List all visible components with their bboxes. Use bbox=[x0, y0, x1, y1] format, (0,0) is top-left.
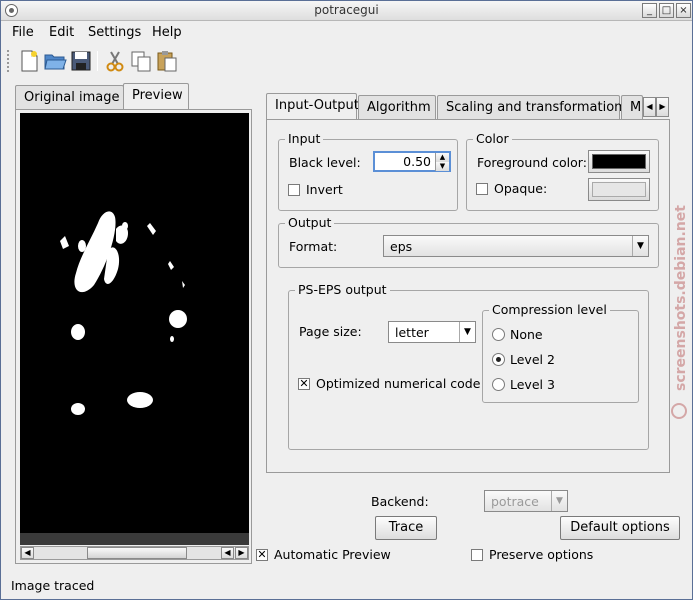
chevron-down-icon[interactable]: ▼ bbox=[459, 322, 475, 342]
backend-combobox[interactable]: potrace ▼ bbox=[484, 490, 568, 512]
title-bar: potracegui _ □ × bbox=[1, 1, 692, 21]
format-value: eps bbox=[390, 239, 413, 254]
output-group-label: Output bbox=[285, 215, 335, 230]
toolbar-separator bbox=[97, 51, 98, 71]
menu-bar: File Edit Settings Help bbox=[1, 22, 692, 43]
compression-group-label: Compression level bbox=[489, 302, 610, 317]
color-group-label: Color bbox=[473, 131, 512, 146]
opaque-label: Opaque: bbox=[494, 181, 548, 196]
radio-none[interactable] bbox=[492, 328, 505, 341]
radio-level-2-label: Level 2 bbox=[510, 352, 555, 367]
menu-help[interactable]: Help bbox=[152, 25, 182, 40]
compression-group: Compression level None Level 2 Level 3 bbox=[482, 302, 639, 403]
output-group: Output Format: eps ▼ bbox=[278, 215, 659, 268]
black-level-spinbox[interactable]: 0.50 ▲ ▼ bbox=[373, 151, 451, 172]
tab-scroll-right-icon[interactable]: ▶ bbox=[656, 97, 669, 117]
tab-original-image[interactable]: Original image bbox=[15, 85, 124, 109]
radio-level-3[interactable] bbox=[492, 378, 505, 391]
status-bar: Image traced bbox=[11, 578, 95, 593]
scroll-thumb[interactable] bbox=[87, 547, 187, 559]
page-size-value: letter bbox=[395, 325, 429, 340]
toolbar-grip-icon[interactable] bbox=[7, 50, 10, 72]
format-combobox[interactable]: eps ▼ bbox=[383, 235, 649, 257]
maximize-button[interactable]: □ bbox=[659, 3, 674, 18]
opaque-color-button[interactable] bbox=[588, 178, 650, 201]
optimized-code-label: Optimized numerical code bbox=[316, 376, 481, 391]
tab-scaling[interactable]: Scaling and transformations bbox=[437, 95, 629, 119]
open-folder-icon[interactable] bbox=[43, 49, 67, 73]
close-button[interactable]: × bbox=[676, 3, 691, 18]
watermark-text: screenshots.debian.net bbox=[673, 205, 689, 391]
input-output-panel: Input Black level: 0.50 ▲ ▼ Invert Color… bbox=[266, 119, 670, 473]
radio-level-3-label: Level 3 bbox=[510, 377, 555, 392]
automatic-preview-label: Automatic Preview bbox=[274, 547, 391, 562]
spin-down-icon[interactable]: ▼ bbox=[435, 162, 449, 171]
window-title: potracegui bbox=[314, 3, 379, 17]
watermark: screenshots.debian.net bbox=[667, 191, 691, 421]
traced-image bbox=[60, 211, 187, 415]
opaque-checkbox[interactable] bbox=[476, 183, 488, 195]
tab-preview[interactable]: Preview bbox=[123, 83, 189, 109]
preview-panel: ◀ ◀ ▶ bbox=[15, 109, 252, 564]
minimize-button[interactable]: _ bbox=[642, 3, 657, 18]
optimized-code-checkbox[interactable]: ✕ bbox=[298, 378, 310, 390]
input-group: Input Black level: 0.50 ▲ ▼ Invert bbox=[278, 131, 458, 211]
ps-eps-group: PS-EPS output Page size: letter ▼ ✕ Opti… bbox=[288, 282, 649, 450]
ps-eps-group-label: PS-EPS output bbox=[295, 282, 390, 297]
paste-icon[interactable] bbox=[155, 49, 179, 73]
format-label: Format: bbox=[289, 239, 338, 254]
foreground-color-button[interactable] bbox=[588, 150, 650, 173]
menu-edit[interactable]: Edit bbox=[49, 25, 74, 40]
preview-canvas bbox=[20, 113, 249, 533]
preview-horizontal-scrollbar[interactable]: ◀ ◀ ▶ bbox=[20, 546, 249, 560]
cut-icon[interactable] bbox=[103, 49, 127, 73]
foreground-color-swatch bbox=[592, 154, 646, 169]
black-level-label: Black level: bbox=[289, 155, 361, 170]
backend-value: potrace bbox=[491, 494, 539, 509]
default-options-button[interactable]: Default options bbox=[560, 516, 680, 540]
preserve-options-checkbox[interactable] bbox=[471, 549, 483, 561]
preserve-options-label: Preserve options bbox=[489, 547, 594, 562]
tab-input-output[interactable]: Input-Output bbox=[266, 93, 359, 119]
toolbar bbox=[1, 45, 692, 75]
menu-settings[interactable]: Settings bbox=[88, 25, 141, 40]
radio-none-label: None bbox=[510, 327, 543, 342]
copy-icon[interactable] bbox=[129, 49, 153, 73]
scroll-left-icon-2[interactable]: ◀ bbox=[221, 547, 234, 559]
radio-level-2[interactable] bbox=[492, 353, 505, 366]
chevron-down-icon[interactable]: ▼ bbox=[551, 491, 567, 511]
spin-up-icon[interactable]: ▲ bbox=[435, 153, 449, 162]
automatic-preview-checkbox[interactable]: ✕ bbox=[256, 549, 268, 561]
canvas-border bbox=[20, 533, 249, 545]
color-group: Color Foreground color: Opaque: bbox=[466, 131, 659, 211]
page-size-combobox[interactable]: letter ▼ bbox=[388, 321, 476, 343]
invert-label: Invert bbox=[306, 182, 343, 197]
tab-scroll-left-icon[interactable]: ◀ bbox=[643, 97, 656, 117]
menu-file[interactable]: File bbox=[12, 25, 34, 40]
input-group-label: Input bbox=[285, 131, 324, 146]
tab-algorithm[interactable]: Algorithm bbox=[358, 95, 436, 119]
invert-checkbox[interactable] bbox=[288, 184, 300, 196]
trace-button[interactable]: Trace bbox=[375, 516, 437, 540]
black-level-value[interactable]: 0.50 bbox=[403, 154, 431, 169]
scroll-left-icon[interactable]: ◀ bbox=[21, 547, 34, 559]
chevron-down-icon[interactable]: ▼ bbox=[632, 236, 648, 256]
new-file-icon[interactable] bbox=[17, 49, 41, 73]
backend-label: Backend: bbox=[371, 494, 429, 509]
foreground-color-label: Foreground color: bbox=[477, 155, 587, 170]
opaque-color-swatch bbox=[592, 182, 646, 197]
scroll-right-icon[interactable]: ▶ bbox=[235, 547, 248, 559]
save-icon[interactable] bbox=[69, 49, 93, 73]
tab-more[interactable]: M bbox=[621, 95, 643, 119]
main-window: potracegui _ □ × File Edit Settings Help bbox=[0, 0, 693, 600]
page-size-label: Page size: bbox=[299, 324, 362, 339]
